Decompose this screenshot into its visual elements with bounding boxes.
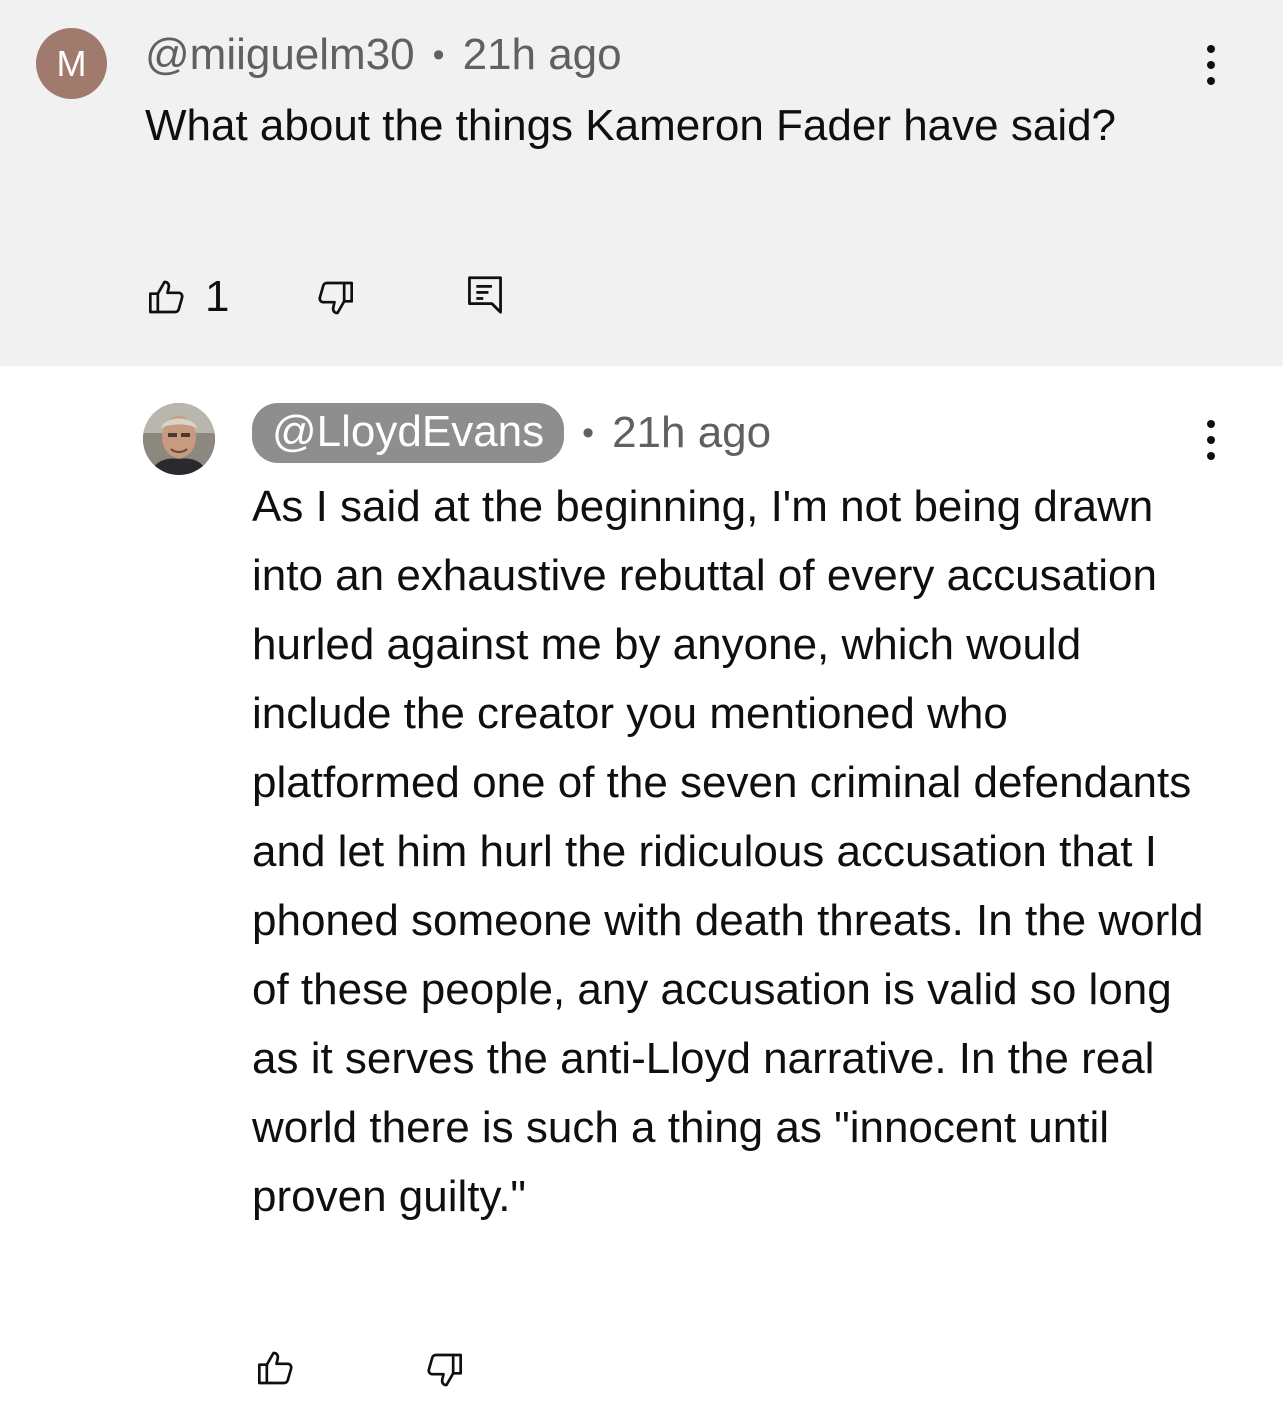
timestamp: 21h ago xyxy=(612,408,772,457)
like-icon xyxy=(258,1351,293,1385)
avatar-photo xyxy=(143,403,215,475)
separator: • xyxy=(432,35,445,74)
reply-icon xyxy=(468,276,502,314)
comment-card: M @miiguelm30 • 21h ago What about the t… xyxy=(0,0,1283,366)
author-name[interactable]: @miiguelm30 xyxy=(145,30,415,80)
more-options-icon[interactable] xyxy=(1196,420,1226,460)
like-count: 1 xyxy=(205,272,230,321)
reply-meta: @LloydEvans • 21h ago xyxy=(252,403,771,463)
like-button[interactable]: 1 xyxy=(147,272,229,322)
dislike-button[interactable] xyxy=(315,276,355,320)
timestamp: 21h ago xyxy=(462,30,622,79)
comment-text: What about the things Kameron Fader have… xyxy=(145,101,1117,150)
dislike-icon xyxy=(318,281,353,315)
like-button[interactable] xyxy=(256,1346,296,1390)
separator: • xyxy=(582,413,595,452)
dislike-icon xyxy=(427,1353,462,1387)
reply-text: As I said at the beginning, I'm not bein… xyxy=(252,482,1204,1221)
comment-meta: @miiguelm30 • 21h ago xyxy=(145,30,622,80)
more-options-icon[interactable] xyxy=(1196,45,1226,85)
like-icon xyxy=(149,280,184,314)
reply-button[interactable] xyxy=(466,273,504,317)
dislike-button[interactable] xyxy=(424,1348,464,1392)
avatar[interactable] xyxy=(143,403,215,475)
author-name[interactable]: @LloydEvans xyxy=(252,403,565,463)
avatar[interactable]: M xyxy=(36,28,107,99)
